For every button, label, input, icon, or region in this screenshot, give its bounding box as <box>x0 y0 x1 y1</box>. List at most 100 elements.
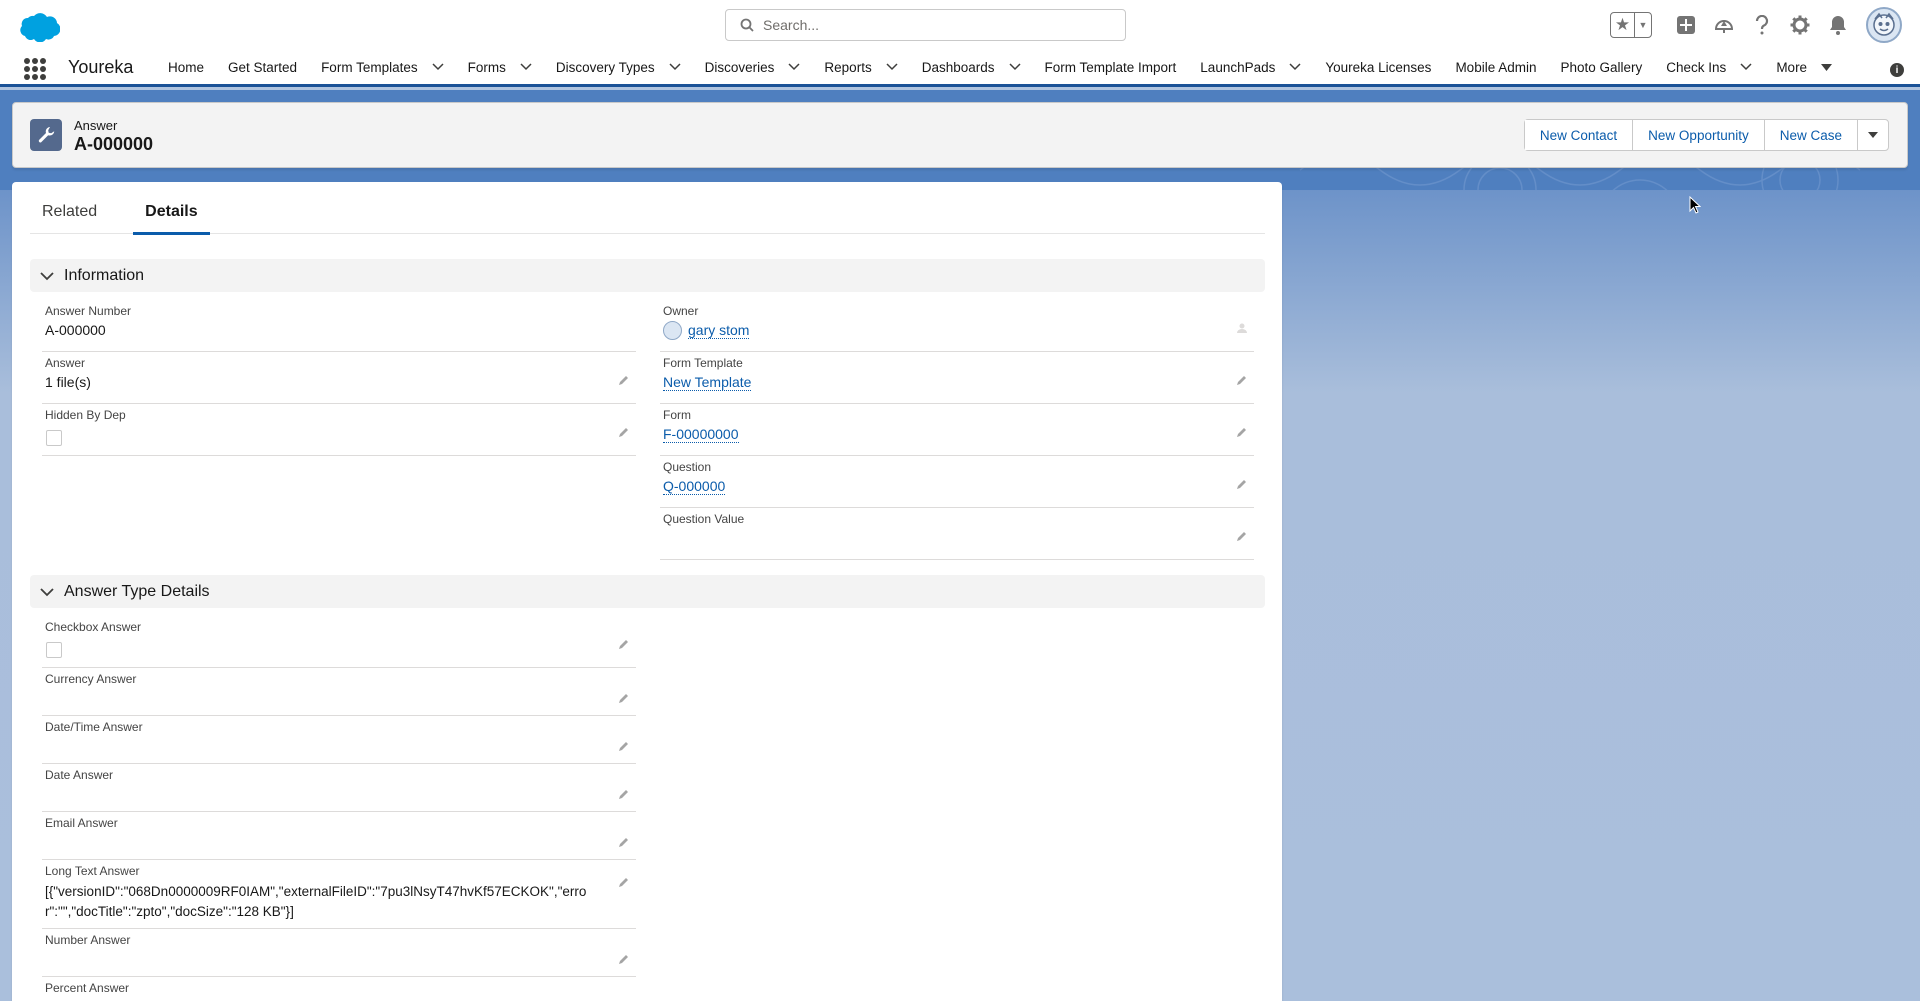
checkbox-answer-checkbox[interactable] <box>46 642 62 658</box>
change-owner-icon[interactable] <box>1236 322 1248 334</box>
setup-gear-icon[interactable] <box>1784 9 1816 41</box>
nav-item-label: Form Template Import <box>1044 59 1177 75</box>
field-hidden-by-dep: Hidden By Dep <box>42 404 636 456</box>
chevron-down-icon[interactable] <box>788 63 800 71</box>
edit-pencil-icon[interactable] <box>618 836 630 848</box>
edit-pencil-icon[interactable] <box>618 788 630 800</box>
tab-related[interactable]: Related <box>30 182 109 234</box>
field-answer: Answer 1 file(s) <box>42 352 636 404</box>
global-search-input[interactable]: Search... <box>725 9 1126 41</box>
chevron-down-icon[interactable] <box>1821 63 1833 71</box>
edit-pencil-icon[interactable] <box>618 953 630 965</box>
record-highlights-panel: Answer A-000000 New Contact New Opportun… <box>12 102 1908 168</box>
nav-item-dashboards[interactable]: Dashboards <box>922 50 1021 84</box>
new-opportunity-button[interactable]: New Opportunity <box>1633 120 1765 150</box>
nav-item-home[interactable]: Home <box>168 50 204 84</box>
section-answer-type-details-header[interactable]: Answer Type Details <box>30 575 1265 608</box>
app-launcher-waffle-icon[interactable] <box>24 58 46 80</box>
record-detail-card: Related Details Information Answer Numbe… <box>12 182 1282 1001</box>
trailhead-guidance-icon[interactable] <box>1708 9 1740 41</box>
field-long-text-answer: Long Text Answer [{"versionID":"068Dn000… <box>42 860 636 929</box>
field-email-answer: Email Answer <box>42 812 636 860</box>
new-case-button[interactable]: New Case <box>1764 120 1858 150</box>
salesforce-logo-icon[interactable] <box>16 10 61 43</box>
new-contact-button[interactable]: New Contact <box>1524 120 1634 150</box>
chevron-down-icon[interactable] <box>520 63 532 71</box>
owner-link[interactable]: gary stom <box>688 322 750 339</box>
chevron-down-icon[interactable] <box>669 63 681 71</box>
nav-item-label: More <box>1776 59 1808 75</box>
edit-pencil-icon[interactable] <box>618 374 630 386</box>
field-date-answer: Date Answer <box>42 764 636 812</box>
question-link[interactable]: Q-000000 <box>663 478 726 495</box>
nav-item-youreka-licenses[interactable]: Youreka Licenses <box>1325 50 1431 84</box>
search-placeholder: Search... <box>763 17 820 33</box>
nav-item-form-template-import[interactable]: Form Template Import <box>1045 50 1177 84</box>
chevron-down-icon <box>40 587 54 596</box>
nav-item-check-ins[interactable]: Check Ins <box>1666 50 1752 84</box>
nav-item-label: LaunchPads <box>1200 59 1276 75</box>
nav-item-get-started[interactable]: Get Started <box>228 50 297 84</box>
section-information-header[interactable]: Information <box>30 259 1265 292</box>
chevron-down-icon <box>40 271 54 280</box>
edit-pencil-icon[interactable] <box>618 740 630 752</box>
nav-item-form-templates[interactable]: Form Templates <box>321 50 444 84</box>
nav-item-photo-gallery[interactable]: Photo Gallery <box>1560 50 1642 84</box>
nav-item-label: Forms <box>467 59 506 75</box>
edit-pencil-icon[interactable] <box>1236 374 1248 386</box>
info-icon[interactable]: i <box>1890 63 1904 77</box>
form-template-link[interactable]: New Template <box>663 374 752 391</box>
favorites-list-chevron-icon[interactable]: ▼ <box>1635 13 1651 37</box>
field-question-value: Question Value <box>660 508 1254 560</box>
field-percent-answer: Percent Answer <box>45 981 130 995</box>
edit-pencil-icon[interactable] <box>618 638 630 650</box>
field-currency-answer: Currency Answer <box>42 668 636 716</box>
edit-pencil-icon[interactable] <box>1236 530 1248 542</box>
nav-item-label: Photo Gallery <box>1560 59 1643 75</box>
field-number-answer: Number Answer <box>42 929 636 977</box>
form-link[interactable]: F-00000000 <box>663 426 739 443</box>
edit-pencil-icon[interactable] <box>618 876 630 888</box>
global-actions-add-icon[interactable] <box>1670 9 1702 41</box>
nav-item-label: Dashboards <box>921 59 995 75</box>
help-icon[interactable] <box>1746 9 1778 41</box>
user-avatar[interactable] <box>1866 7 1902 43</box>
nav-item-label: Home <box>168 59 205 75</box>
field-answer-number: Answer Number A-000000 <box>42 300 636 352</box>
header-utility-icons: ★ ▼ <box>1610 7 1902 43</box>
favorites-star-icon[interactable]: ★ <box>1611 13 1635 37</box>
more-actions-chevron-icon[interactable] <box>1858 120 1888 150</box>
chevron-down-icon[interactable] <box>432 63 444 71</box>
nav-item-label: Form Templates <box>321 59 418 75</box>
search-icon <box>740 18 754 32</box>
nav-item-mobile-admin[interactable]: Mobile Admin <box>1455 50 1536 84</box>
section-title: Answer Type Details <box>64 582 210 600</box>
record-tabs: Related Details <box>30 182 1265 235</box>
chevron-down-icon[interactable] <box>1008 63 1021 71</box>
nav-item-label: Discoveries <box>704 59 775 75</box>
wrench-icon <box>30 119 62 151</box>
chevron-down-icon[interactable] <box>1740 63 1752 71</box>
edit-pencil-icon[interactable] <box>1236 426 1248 438</box>
nav-item-reports[interactable]: Reports <box>824 50 898 84</box>
field-form-template: Form Template New Template <box>660 352 1254 404</box>
edit-pencil-icon[interactable] <box>618 692 630 704</box>
nav-item-label: Check Ins <box>1666 59 1727 75</box>
nav-item-launchpads[interactable]: LaunchPads <box>1200 50 1301 84</box>
chevron-down-icon[interactable] <box>1289 63 1301 71</box>
section-title: Information <box>64 266 145 284</box>
nav-item-forms[interactable]: Forms <box>468 50 532 84</box>
notifications-bell-icon[interactable] <box>1822 9 1854 41</box>
tab-details[interactable]: Details <box>133 182 211 235</box>
nav-item-label: Reports <box>824 59 872 75</box>
nav-item-discovery-types[interactable]: Discovery Types <box>556 50 681 84</box>
edit-pencil-icon[interactable] <box>618 426 630 438</box>
record-title: A-000000 <box>74 134 154 154</box>
record-type-label: Answer <box>74 118 118 133</box>
nav-item-more[interactable]: More <box>1776 50 1833 84</box>
nav-item-discoveries[interactable]: Discoveries <box>705 50 801 84</box>
chevron-down-icon[interactable] <box>886 63 898 71</box>
hidden-by-dep-checkbox[interactable] <box>46 430 62 446</box>
record-action-buttons: New Contact New Opportunity New Case <box>1523 119 1889 151</box>
edit-pencil-icon[interactable] <box>1236 478 1248 490</box>
